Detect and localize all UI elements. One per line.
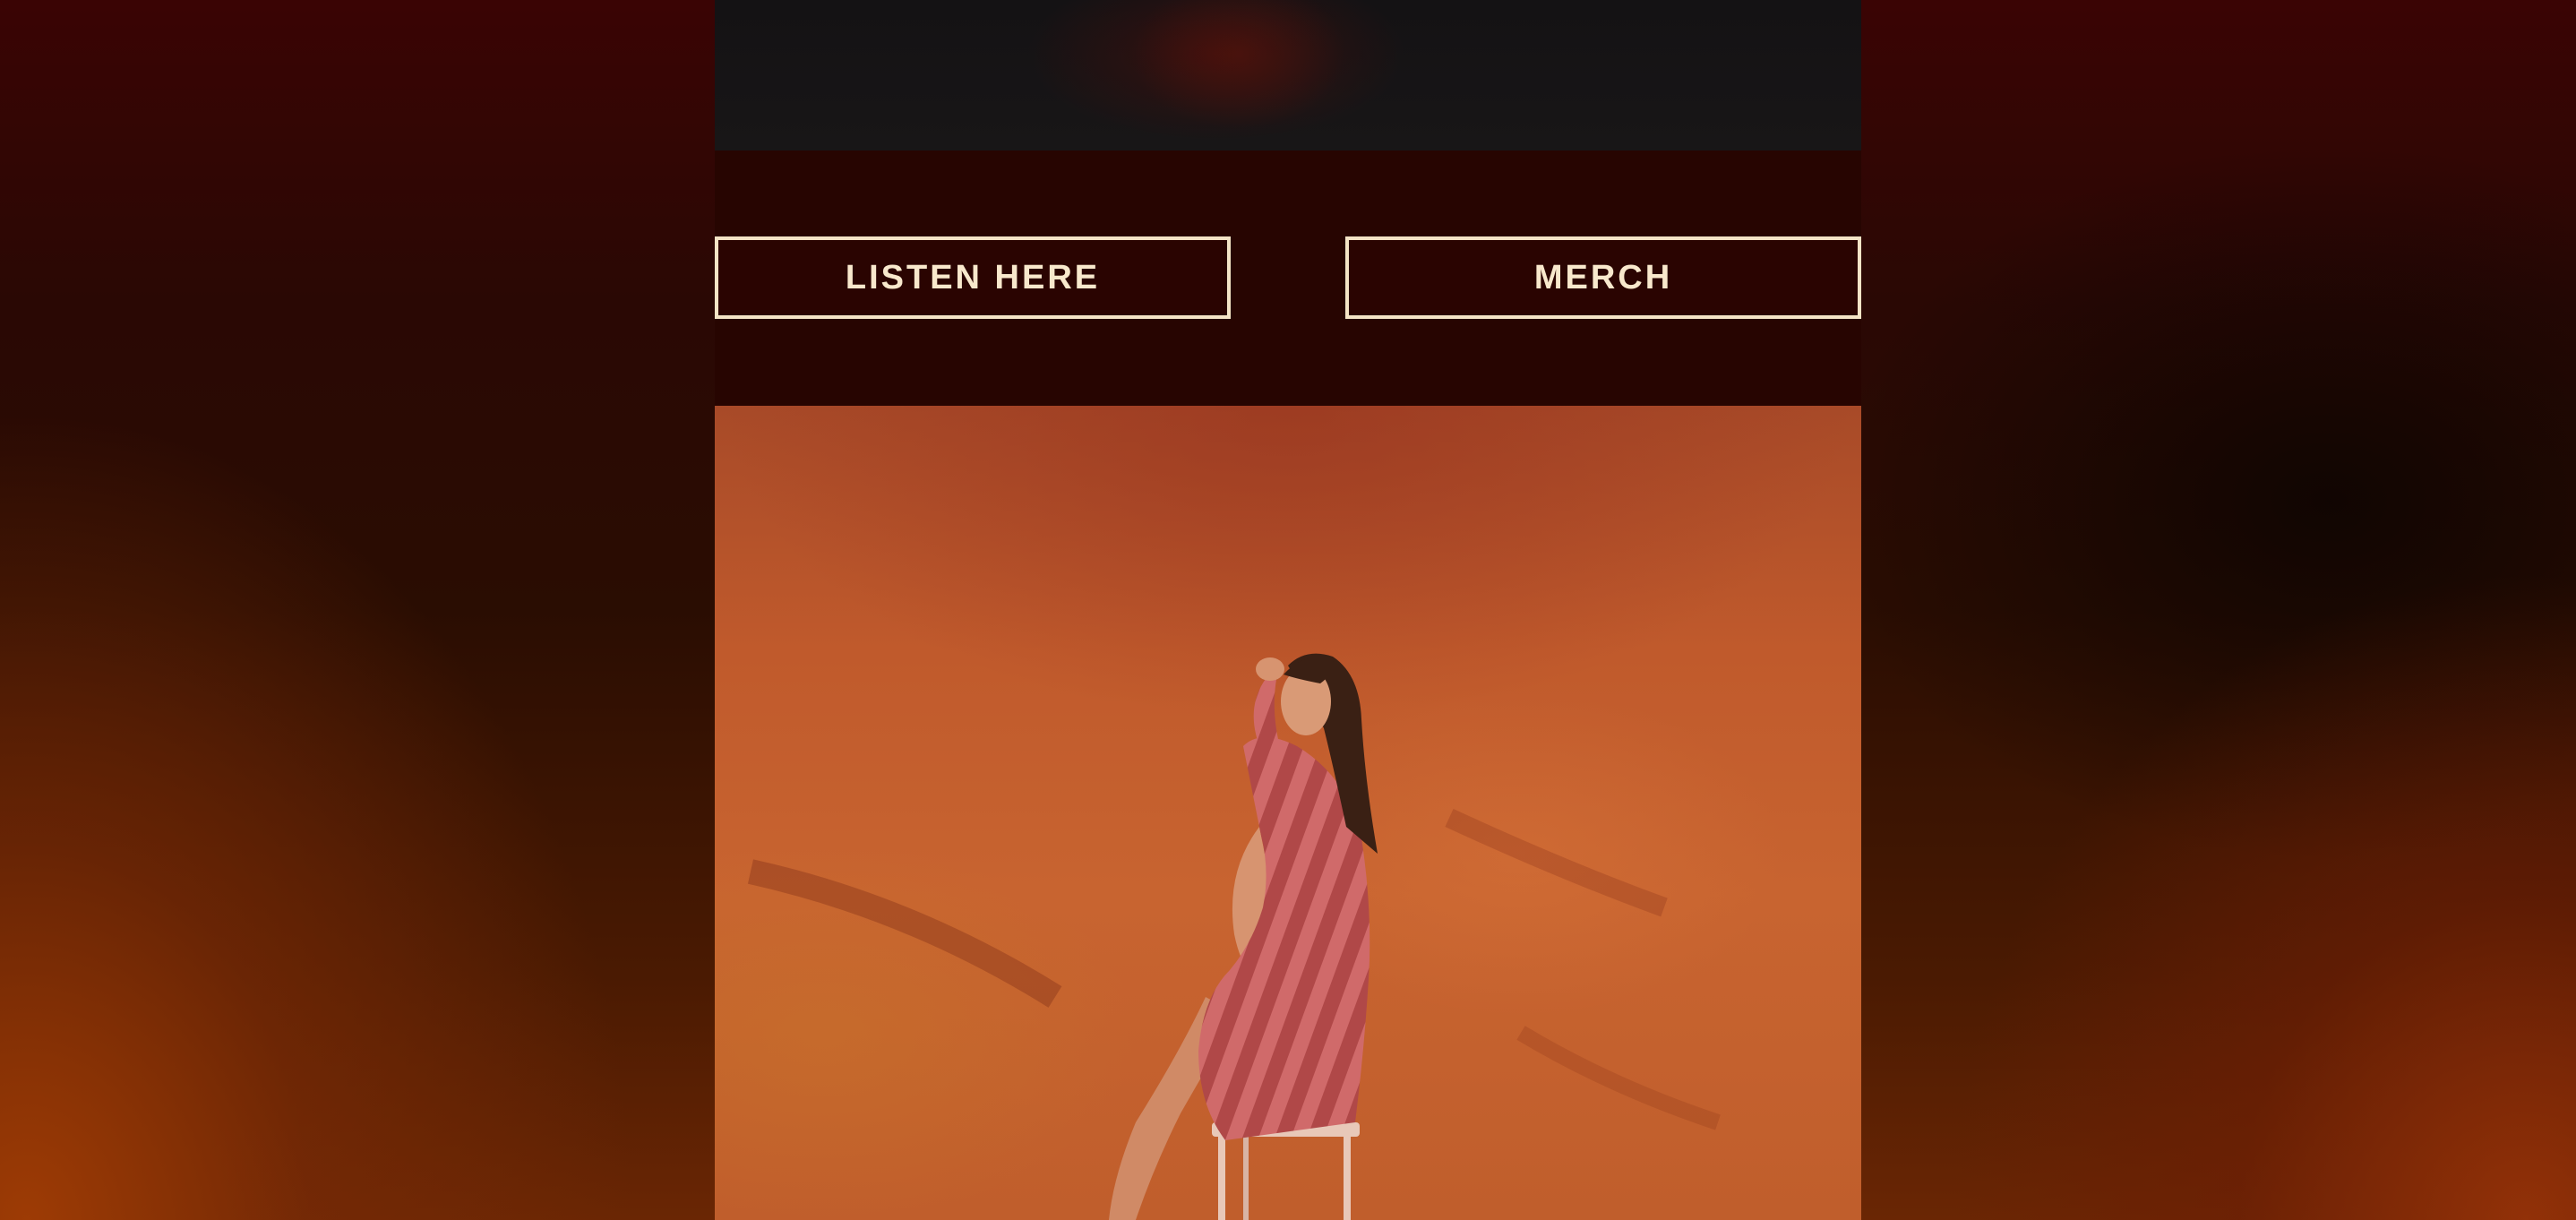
merch-button[interactable]: MERCH [1345, 236, 1861, 319]
listen-here-button[interactable]: LISTEN HERE [715, 236, 1231, 319]
photo-illustration [747, 653, 1721, 1220]
top-image-shadow [1091, 0, 1387, 150]
fabric-fold [1445, 809, 1668, 917]
fabric-fold [747, 859, 1062, 1008]
main-photo [715, 406, 1861, 1220]
hand [1256, 657, 1284, 681]
fabric-fold [1516, 1026, 1721, 1130]
top-image [715, 0, 1861, 150]
